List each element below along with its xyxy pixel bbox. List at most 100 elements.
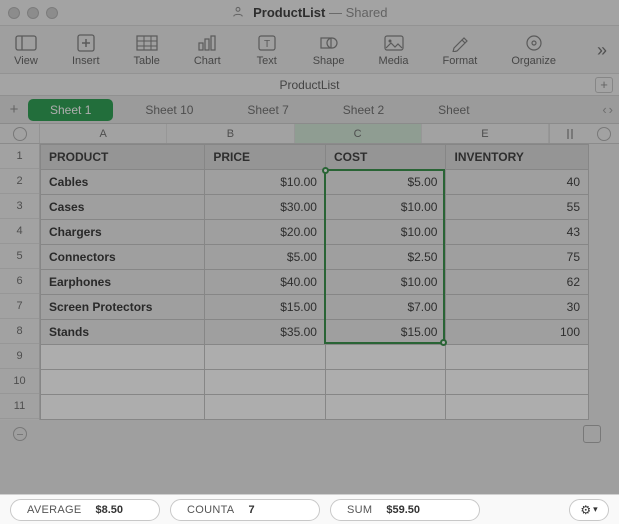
sheet-tab[interactable]: Sheet 2 (321, 99, 406, 121)
cell-price[interactable]: $10.00 (205, 170, 326, 195)
sheet-scroll-right[interactable]: › (609, 102, 613, 117)
cell-inventory[interactable]: 100 (446, 320, 589, 345)
cell-cost[interactable]: $2.50 (325, 245, 446, 270)
cell-price[interactable]: $5.00 (205, 245, 326, 270)
data-table[interactable]: PRODUCTPRICECOSTINVENTORY Cables$10.00$5… (40, 144, 589, 420)
table-row[interactable]: Stands$35.00$15.00100 (41, 320, 589, 345)
add-column-handle[interactable] (549, 124, 589, 143)
cell-product[interactable]: Cases (41, 195, 205, 220)
cell-inventory[interactable]: 30 (446, 295, 589, 320)
table-row-empty[interactable] (41, 345, 589, 370)
toolbar-shape[interactable]: Shape (313, 33, 345, 67)
sheet-tab[interactable]: Sheet (416, 99, 491, 121)
table-resize-handle[interactable] (583, 425, 601, 443)
cell-product[interactable]: Chargers (41, 220, 205, 245)
toolbar-overflow-button[interactable]: » (597, 40, 607, 61)
row-header-9[interactable]: 9 (0, 344, 39, 369)
sheet-scroll-left[interactable]: ‹ (602, 102, 606, 117)
cell-empty[interactable] (325, 345, 446, 370)
table-header-cell[interactable]: INVENTORY (446, 145, 589, 170)
row-header-5[interactable]: 5 (0, 244, 39, 269)
status-pill-sum[interactable]: SUM $59.50 (330, 499, 480, 521)
gear-icon: ⚙ (580, 503, 591, 517)
format-icon (448, 33, 472, 53)
cell-product[interactable]: Screen Protectors (41, 295, 205, 320)
table-header-cell[interactable]: PRODUCT (41, 145, 205, 170)
cell-inventory[interactable]: 62 (446, 270, 589, 295)
row-header-2[interactable]: 2 (0, 169, 39, 194)
cell-product[interactable]: Earphones (41, 270, 205, 295)
table-header-cell[interactable]: COST (325, 145, 446, 170)
cell-price[interactable]: $15.00 (205, 295, 326, 320)
column-header-A[interactable]: A (40, 124, 167, 143)
cell-empty[interactable] (205, 370, 326, 395)
sheet-tab-active[interactable]: Sheet 1 (28, 99, 113, 121)
column-end-handle[interactable] (589, 124, 619, 143)
add-row-handle[interactable] (0, 427, 40, 441)
cell-empty[interactable] (205, 395, 326, 420)
cell-empty[interactable] (446, 345, 589, 370)
cell-product[interactable]: Stands (41, 320, 205, 345)
table-row[interactable]: Earphones$40.00$10.0062 (41, 270, 589, 295)
table-row[interactable]: Chargers$20.00$10.0043 (41, 220, 589, 245)
add-button[interactable]: + (595, 77, 613, 93)
status-settings-button[interactable]: ⚙▾ (569, 499, 609, 521)
cell-inventory[interactable]: 75 (446, 245, 589, 270)
toolbar-organize[interactable]: Organize (511, 33, 556, 67)
row-header-6[interactable]: 6 (0, 269, 39, 294)
toolbar-view[interactable]: View (14, 33, 38, 67)
toolbar-media[interactable]: Media (379, 33, 409, 67)
table-row-empty[interactable] (41, 395, 589, 420)
cell-empty[interactable] (325, 370, 446, 395)
table-row-empty[interactable] (41, 370, 589, 395)
status-pill-counta[interactable]: COUNTA 7 (170, 499, 320, 521)
toolbar-insert[interactable]: Insert (72, 33, 100, 67)
add-sheet-button[interactable]: + (6, 101, 22, 118)
row-header-11[interactable]: 11 (0, 394, 39, 419)
row-header-7[interactable]: 7 (0, 294, 39, 319)
cell-empty[interactable] (325, 395, 446, 420)
row-header-1[interactable]: 1 (0, 144, 39, 169)
cell-cost[interactable]: $15.00 (325, 320, 446, 345)
row-header-3[interactable]: 3 (0, 194, 39, 219)
table-row[interactable]: Connectors$5.00$2.5075 (41, 245, 589, 270)
cell-inventory[interactable]: 55 (446, 195, 589, 220)
table-row[interactable]: Cables$10.00$5.0040 (41, 170, 589, 195)
status-pill-average[interactable]: AVERAGE $8.50 (10, 499, 160, 521)
cell-empty[interactable] (205, 345, 326, 370)
cell-price[interactable]: $20.00 (205, 220, 326, 245)
sheet-tab[interactable]: Sheet 7 (225, 99, 310, 121)
cell-cost[interactable]: $10.00 (325, 195, 446, 220)
cell-inventory[interactable]: 40 (446, 170, 589, 195)
table-handle-origin[interactable] (0, 124, 40, 143)
table-row[interactable]: Cases$30.00$10.0055 (41, 195, 589, 220)
cell-product[interactable]: Cables (41, 170, 205, 195)
row-header-8[interactable]: 8 (0, 319, 39, 344)
cell-empty[interactable] (446, 370, 589, 395)
column-header-C[interactable]: C (295, 124, 422, 143)
cell-empty[interactable] (41, 370, 205, 395)
sheet-tab[interactable]: Sheet 10 (123, 99, 215, 121)
column-header-B[interactable]: B (167, 124, 294, 143)
cell-empty[interactable] (41, 345, 205, 370)
toolbar-table[interactable]: Table (134, 33, 160, 67)
row-header-4[interactable]: 4 (0, 219, 39, 244)
cell-price[interactable]: $35.00 (205, 320, 326, 345)
table-header-cell[interactable]: PRICE (205, 145, 326, 170)
toolbar-chart[interactable]: Chart (194, 33, 221, 67)
column-header-E[interactable]: E (422, 124, 549, 143)
cell-product[interactable]: Connectors (41, 245, 205, 270)
toolbar-format[interactable]: Format (443, 33, 478, 67)
cell-inventory[interactable]: 43 (446, 220, 589, 245)
row-header-10[interactable]: 10 (0, 369, 39, 394)
cell-cost[interactable]: $10.00 (325, 220, 446, 245)
toolbar-text[interactable]: T Text (255, 33, 279, 67)
cell-price[interactable]: $40.00 (205, 270, 326, 295)
cell-cost[interactable]: $5.00 (325, 170, 446, 195)
cell-empty[interactable] (446, 395, 589, 420)
table-row[interactable]: Screen Protectors$15.00$7.0030 (41, 295, 589, 320)
cell-cost[interactable]: $7.00 (325, 295, 446, 320)
cell-price[interactable]: $30.00 (205, 195, 326, 220)
cell-empty[interactable] (41, 395, 205, 420)
cell-cost[interactable]: $10.00 (325, 270, 446, 295)
